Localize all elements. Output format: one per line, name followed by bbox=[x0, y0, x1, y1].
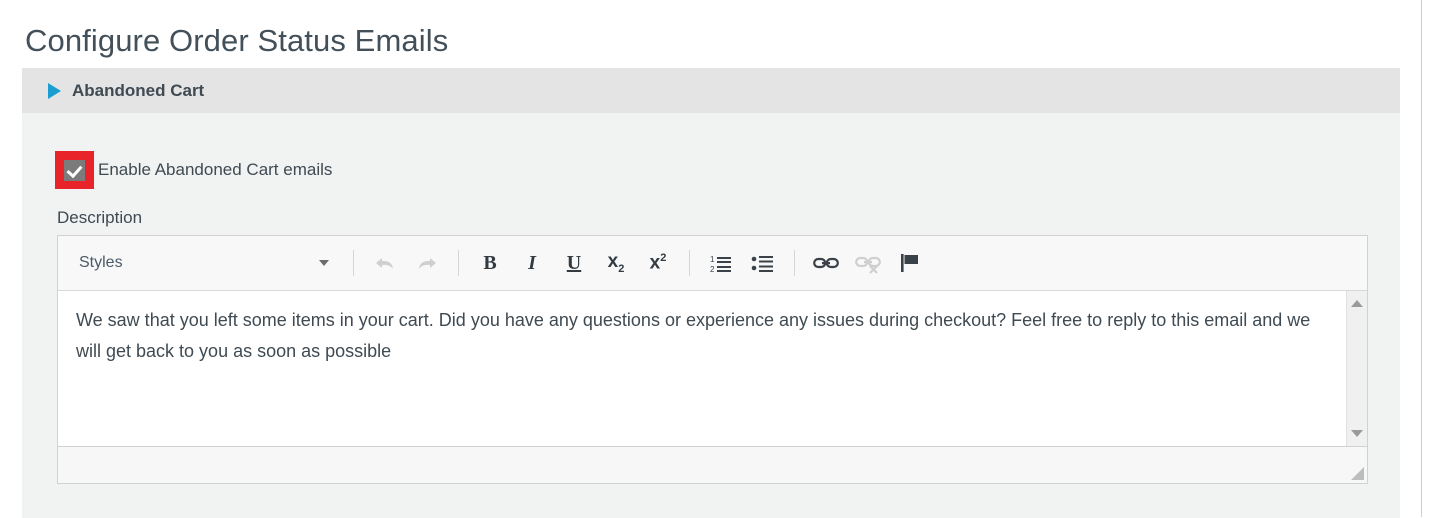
superscript-button[interactable]: x2 bbox=[640, 245, 676, 281]
italic-button[interactable]: I bbox=[514, 245, 550, 281]
superscript-icon: x2 bbox=[649, 252, 667, 274]
numbered-list-icon: 1 2 bbox=[709, 251, 733, 275]
description-editor-body[interactable]: We saw that you left some items in your … bbox=[58, 291, 1346, 446]
description-label: Description bbox=[57, 208, 143, 227]
toolbar-separator bbox=[458, 250, 459, 276]
enable-abandoned-cart-label: Enable Abandoned Cart emails bbox=[98, 160, 333, 179]
panel-header-abandoned-cart[interactable]: Abandoned Cart bbox=[22, 68, 1400, 113]
italic-icon: I bbox=[528, 252, 536, 274]
toolbar-separator bbox=[794, 250, 795, 276]
resize-grip-icon[interactable] bbox=[1351, 467, 1364, 480]
undo-arrow-icon bbox=[373, 251, 397, 275]
bold-icon: B bbox=[483, 252, 497, 274]
numbered-list-button[interactable]: 1 2 bbox=[703, 245, 739, 281]
editor-toolbar: Styles B I U x2 x2 1 2 bbox=[58, 236, 1367, 291]
svg-text:2: 2 bbox=[710, 265, 715, 274]
abandoned-cart-panel: Abandoned Cart Enable Abandoned Cart ema… bbox=[22, 68, 1400, 518]
styles-dropdown-label: Styles bbox=[79, 254, 123, 271]
flag-icon bbox=[898, 251, 922, 275]
toolbar-separator bbox=[689, 250, 690, 276]
underline-icon: U bbox=[566, 252, 582, 274]
editor-vertical-scrollbar[interactable] bbox=[1346, 291, 1367, 446]
bulleted-list-button[interactable] bbox=[745, 245, 781, 281]
panel-body: Enable Abandoned Cart emails Description… bbox=[22, 113, 1400, 518]
unlink-chain-icon bbox=[855, 251, 881, 275]
unlink-button[interactable] bbox=[850, 245, 886, 281]
underline-button[interactable]: U bbox=[556, 245, 592, 281]
undo-button[interactable] bbox=[367, 245, 403, 281]
subscript-icon: x2 bbox=[607, 250, 625, 275]
checkbox-highlight-box bbox=[55, 151, 94, 189]
anchor-button[interactable] bbox=[892, 245, 928, 281]
page-scroll-gutter bbox=[1422, 0, 1431, 517]
description-text: We saw that you left some items in your … bbox=[76, 310, 1311, 361]
redo-button[interactable] bbox=[409, 245, 445, 281]
bold-button[interactable]: B bbox=[472, 245, 508, 281]
styles-dropdown[interactable]: Styles bbox=[58, 236, 343, 291]
editor-footer bbox=[58, 446, 1367, 483]
subscript-button[interactable]: x2 bbox=[598, 245, 634, 281]
bulleted-list-icon bbox=[751, 251, 775, 275]
scroll-up-arrow-icon[interactable] bbox=[1351, 300, 1363, 307]
description-rich-text-editor: Styles B I U x2 x2 1 2 We saw that you l… bbox=[57, 235, 1368, 484]
panel-title: Abandoned Cart bbox=[72, 80, 205, 100]
svg-text:1: 1 bbox=[710, 255, 715, 264]
page-title: Configure Order Status Emails bbox=[25, 22, 449, 58]
triangle-right-icon[interactable] bbox=[48, 82, 61, 99]
toolbar-separator bbox=[353, 250, 354, 276]
link-chain-icon bbox=[813, 251, 839, 275]
enable-abandoned-cart-row[interactable]: Enable Abandoned Cart emails bbox=[55, 151, 332, 189]
redo-arrow-icon bbox=[415, 251, 439, 275]
link-button[interactable] bbox=[808, 245, 844, 281]
scroll-down-arrow-icon[interactable] bbox=[1351, 430, 1363, 437]
chevron-down-icon bbox=[319, 260, 329, 266]
enable-abandoned-cart-checkbox[interactable] bbox=[64, 159, 85, 181]
editor-content-wrap: We saw that you left some items in your … bbox=[58, 291, 1367, 446]
